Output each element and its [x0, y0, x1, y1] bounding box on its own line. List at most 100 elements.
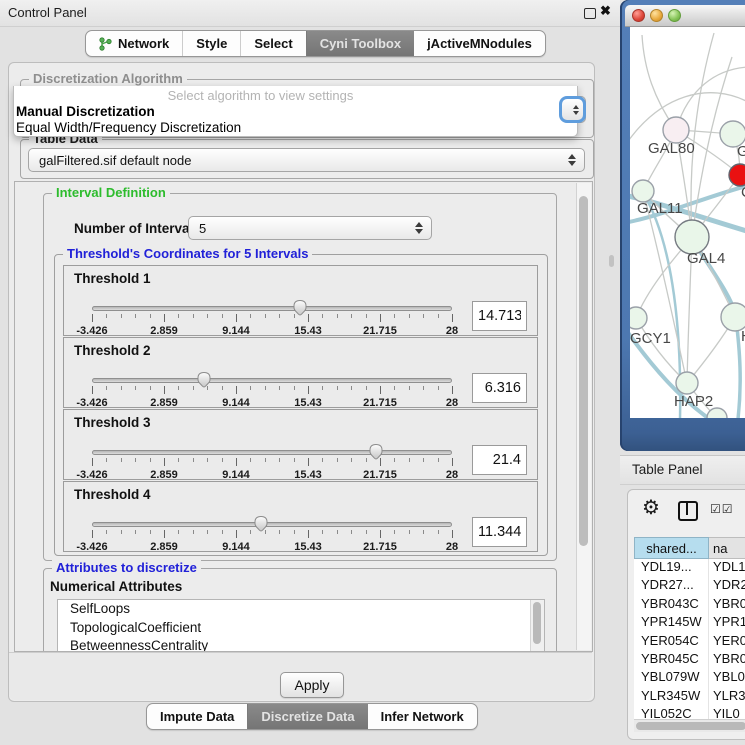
list-item[interactable]: TopologicalCoefficient: [58, 619, 544, 638]
thresholds-group-label: Threshold's Coordinates for 5 Intervals: [63, 246, 312, 261]
table-row[interactable]: YER054CYER0: [634, 633, 745, 651]
interval-definition-group-label: Interval Definition: [52, 185, 170, 200]
network-node[interactable]: [676, 372, 698, 394]
cell-name[interactable]: YER0: [709, 633, 745, 651]
dropdown-option-equal-width[interactable]: Equal Width/Frequency Discretization: [16, 120, 241, 135]
tab-select[interactable]: Select: [240, 31, 305, 56]
algorithm-combobox-arrow-button[interactable]: [559, 96, 586, 123]
threshold-value-field[interactable]: [472, 517, 527, 547]
slider-ticks: [92, 458, 452, 467]
gear-icon[interactable]: ⚙: [642, 498, 660, 518]
cell-name[interactable]: YDR2: [709, 577, 745, 595]
column-header-shared-name[interactable]: shared...: [634, 537, 709, 559]
network-canvas[interactable]: GAL80GCGAL11GAL4GCY1HHAP2: [630, 27, 745, 418]
close-traffic-light-icon[interactable]: [632, 9, 645, 22]
minimize-traffic-light-icon[interactable]: [650, 9, 663, 22]
number-of-intervals-spinner[interactable]: 5: [188, 216, 432, 240]
table-panel-toolbar: ⚙ ☑☑: [628, 490, 745, 534]
list-item[interactable]: SelfLoops: [58, 600, 544, 619]
tab-cyni-toolbox-label: Cyni Toolbox: [320, 36, 401, 51]
float-window-icon[interactable]: [584, 8, 596, 19]
threshold-slider[interactable]: -3.4262.8599.14415.4321.71528: [92, 300, 452, 340]
cell-shared-name[interactable]: YBR043C: [634, 596, 709, 614]
network-node[interactable]: [630, 307, 647, 329]
cell-name[interactable]: YBR0: [709, 651, 745, 669]
tab-style[interactable]: Style: [182, 31, 240, 56]
dropdown-option-manual[interactable]: Manual Discretization: [16, 104, 155, 119]
table-row[interactable]: YDR27...YDR2: [634, 577, 745, 595]
tab-jactivemnodules-label: jActiveMNodules: [427, 36, 532, 51]
slider-track[interactable]: [92, 522, 452, 527]
slider-track[interactable]: [92, 378, 452, 383]
tab-infer-network[interactable]: Infer Network: [368, 704, 477, 729]
close-icon[interactable]: ✖: [600, 3, 611, 19]
table-row[interactable]: YBR043CYBR0: [634, 596, 745, 614]
cell-name[interactable]: YBL0: [709, 669, 745, 687]
table-data-combobox[interactable]: galFiltered.sif default node: [28, 148, 585, 172]
cell-shared-name[interactable]: YBR045C: [634, 651, 709, 669]
tab-jactivemnodules[interactable]: jActiveMNodules: [414, 31, 545, 56]
table-row[interactable]: YBL079WYBL0: [634, 669, 745, 687]
number-of-intervals-value: 5: [199, 221, 206, 236]
network-icon: [99, 37, 112, 51]
cell-shared-name[interactable]: YDR27...: [634, 577, 709, 595]
cell-name[interactable]: YDL1: [709, 559, 745, 577]
threshold-value-field[interactable]: [472, 445, 527, 475]
threshold-panel: Threshold 1 -3.4262.8599.14415.4321.7152…: [63, 265, 538, 336]
apply-row: Apply: [9, 652, 592, 700]
screen: Control Panel ✖ Network Style Select Cyn…: [0, 0, 745, 745]
cell-shared-name[interactable]: YDL19...: [634, 559, 709, 577]
network-nodes[interactable]: GAL80GCGAL11GAL4GCY1HHAP2: [630, 117, 745, 418]
cell-shared-name[interactable]: YER054C: [634, 633, 709, 651]
network-window-titlebar[interactable]: [625, 5, 745, 27]
thresholds-group: Threshold's Coordinates for 5 Intervals …: [54, 254, 548, 556]
threshold-slider[interactable]: -3.4262.8599.14415.4321.71528: [92, 516, 452, 556]
network-node[interactable]: [675, 220, 709, 254]
cell-shared-name[interactable]: YBL079W: [634, 669, 709, 687]
settings-scrollbar[interactable]: [576, 183, 591, 650]
table-horizontal-scrollbar[interactable]: [634, 719, 745, 732]
control-panel-tabs: Network Style Select Cyni Toolbox jActiv…: [85, 30, 546, 57]
table-row[interactable]: YBR045CYBR0: [634, 651, 745, 669]
network-node[interactable]: [721, 303, 745, 331]
table-row[interactable]: YPR145WYPR1: [634, 614, 745, 632]
table-panel-title: Table Panel: [632, 462, 703, 477]
tab-cyni-toolbox[interactable]: Cyni Toolbox: [306, 31, 414, 56]
tab-impute-data[interactable]: Impute Data: [147, 704, 247, 729]
slider-track[interactable]: [92, 306, 452, 311]
scrollbar-thumb[interactable]: [533, 602, 541, 644]
panel-divider-handle[interactable]: [609, 255, 614, 267]
tab-discretize-data[interactable]: Discretize Data: [247, 704, 367, 729]
threshold-value-field[interactable]: [472, 301, 527, 331]
tab-style-label: Style: [196, 36, 227, 51]
scrollbar-thumb[interactable]: [636, 722, 745, 730]
threshold-slider[interactable]: -3.4262.8599.14415.4321.71528: [92, 372, 452, 412]
table-row[interactable]: YDL19...YDL1: [634, 559, 745, 577]
threshold-label: Threshold 1: [74, 271, 151, 286]
network-node[interactable]: [632, 180, 654, 202]
select-attributes-icon[interactable]: ☑☑: [710, 502, 734, 516]
settings-scrollpane: Interval Definition Number of Intervals …: [14, 181, 593, 652]
column-header-name[interactable]: na: [709, 537, 745, 559]
tab-network[interactable]: Network: [86, 31, 182, 56]
list-item[interactable]: BetweennessCentrality: [58, 637, 544, 652]
threshold-slider[interactable]: -3.4262.8599.14415.4321.71528: [92, 444, 452, 484]
apply-button-label: Apply: [294, 677, 329, 693]
control-panel-title: Control Panel: [8, 5, 87, 20]
zoom-traffic-light-icon[interactable]: [668, 9, 681, 22]
list-scrollbar[interactable]: [530, 600, 544, 652]
slider-track[interactable]: [92, 450, 452, 455]
network-node[interactable]: [729, 164, 745, 186]
cell-shared-name[interactable]: YLR345W: [634, 688, 709, 706]
cell-shared-name[interactable]: YPR145W: [634, 614, 709, 632]
threshold-value-field[interactable]: [472, 373, 527, 403]
network-node-label: GCY1: [630, 330, 671, 347]
scrollbar-thumb[interactable]: [579, 196, 588, 546]
cell-name[interactable]: YPR1: [709, 614, 745, 632]
table-row[interactable]: YLR345WYLR3: [634, 688, 745, 706]
cell-name[interactable]: YLR3: [709, 688, 745, 706]
apply-button[interactable]: Apply: [280, 672, 344, 698]
show-columns-icon[interactable]: [678, 501, 698, 521]
cell-name[interactable]: YBR0: [709, 596, 745, 614]
dropdown-placeholder-item[interactable]: Select algorithm to view settings: [14, 88, 507, 103]
